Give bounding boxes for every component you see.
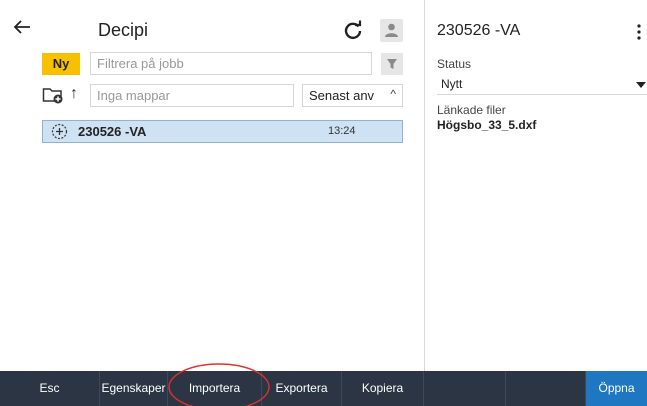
linked-file-name[interactable]: Högsbo_33_5.dxf: [437, 118, 536, 132]
jobs-panel: Decipi Ny Filtrera på jobb ↑ Inga mappar: [0, 0, 424, 371]
export-button[interactable]: Exportera: [262, 371, 342, 406]
kebab-menu-icon[interactable]: [636, 24, 642, 40]
folder-filter-input[interactable]: Inga mappar: [90, 84, 294, 107]
linked-files-label: Länkade filer: [437, 103, 506, 117]
job-filter-input[interactable]: Filtrera på jobb: [90, 52, 372, 75]
filter-button[interactable]: [381, 53, 403, 75]
copy-button[interactable]: Kopiera: [342, 371, 424, 406]
sort-dropdown[interactable]: Senast anv ^: [302, 84, 403, 107]
properties-button[interactable]: Egenskaper: [100, 371, 168, 406]
esc-button[interactable]: Esc: [0, 371, 100, 406]
user-icon: [385, 23, 398, 37]
open-button[interactable]: Öppna: [586, 371, 647, 406]
filter-funnel-icon: [387, 59, 397, 69]
up-arrow-icon[interactable]: ↑: [70, 85, 78, 103]
detail-title: 230526 -VA: [437, 22, 521, 39]
job-row[interactable]: 230526 -VA 13:24: [42, 120, 403, 143]
sort-label: Senast anv: [309, 88, 375, 103]
user-button[interactable]: [380, 19, 403, 42]
new-job-button[interactable]: Ny: [42, 53, 80, 75]
folder-add-icon[interactable]: [42, 86, 64, 104]
job-name: 230526 -VA: [78, 124, 147, 139]
bottom-toolbar: Esc Egenskaper Importera Exportera Kopie…: [0, 371, 647, 406]
status-select[interactable]: Nytt: [437, 75, 647, 95]
app-window: Decipi Ny Filtrera på jobb ↑ Inga mappar: [0, 0, 647, 406]
empty-toolbar-slot-2: [506, 371, 586, 406]
chevron-up-icon: ^: [390, 87, 396, 101]
panel-divider: [424, 0, 425, 371]
empty-toolbar-slot-1: [424, 371, 506, 406]
refresh-icon[interactable]: [342, 19, 364, 41]
plus-circle-icon: [51, 123, 68, 140]
dropdown-caret-icon[interactable]: [636, 82, 646, 88]
page-title: Decipi: [98, 20, 149, 40]
status-label: Status: [437, 57, 472, 71]
job-time: 13:24: [328, 125, 356, 137]
import-button[interactable]: Importera: [168, 371, 262, 406]
back-arrow-icon[interactable]: [11, 16, 33, 38]
